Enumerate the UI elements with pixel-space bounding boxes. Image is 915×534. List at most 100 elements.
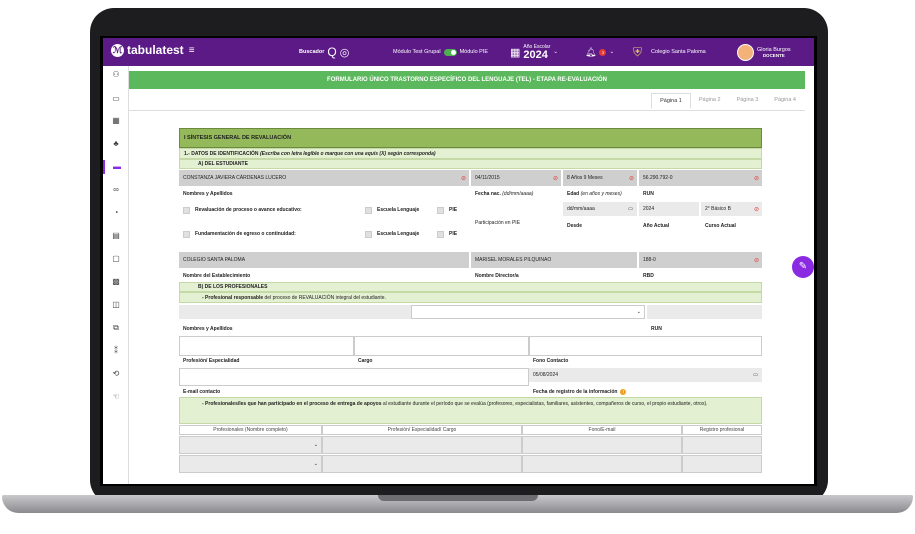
edit-fab-button[interactable]: ✎ [792,256,814,278]
birth-date-input[interactable]: 04/11/2015 ⊘ [471,170,561,186]
clear-icon[interactable]: ⊘ [461,175,466,182]
escuela-checkbox-2[interactable] [365,230,372,238]
responsible-rest: del proceso de REVALUACIÓN integral del … [264,294,386,301]
search-area[interactable]: Buscador Q ◎ [299,38,349,66]
pie-label-2: PIE [449,231,458,237]
calculator-icon[interactable]: ▦ [103,114,129,128]
share-icon[interactable]: ⟲ [103,367,129,381]
mode-group-label: Módulo Test Grupal [393,49,441,55]
prof-run-input[interactable] [647,305,762,319]
school-input[interactable]: COLEGIO SANTA PALOMA [179,252,469,268]
table-row-registro-input[interactable] [682,455,762,473]
current-course-input[interactable]: 2° Básico B ⊘ [701,202,762,216]
menu-icon[interactable]: ≡ [189,45,195,56]
logo[interactable]: ℳ tabulatest ≡ [111,43,195,57]
target-icon[interactable]: ◎ [340,46,350,59]
table-header-name: Profesionales (Nombre completo) [179,425,322,435]
mode-toggle[interactable]: Módulo Test Grupal Módulo PIE [393,38,488,66]
label-school: Nombre del Establecimiento [183,272,251,279]
run-input[interactable]: 56.290.792-0 ⊘ [639,170,762,186]
chevron-down-icon: ⌄ [636,309,641,315]
student-header: A) DEL ESTUDIANTE [179,159,762,169]
year-value: 2024 [523,48,548,61]
age-input[interactable]: 8 Años 9 Meses ⊘ [563,170,637,186]
info-icon[interactable]: ! [620,389,627,395]
escuela-checkbox-1[interactable] [365,206,372,214]
pie-checkbox-1[interactable] [437,206,444,214]
calendar-icon[interactable]: ▭ [628,206,633,212]
school-selector[interactable]: ⛨ Colegio Santa Paloma [633,38,706,66]
table-row-fono-input[interactable] [522,455,682,473]
prof-cargo-input[interactable] [354,336,529,356]
tab-page-4[interactable]: Página 4 [766,93,804,109]
bell-icon[interactable]: 🔔︎ [585,47,596,58]
prof-especialidad-input[interactable] [179,336,354,356]
hand-icon[interactable]: ☜ [103,390,129,404]
table-header-fono: Fono/E-mail [522,425,682,435]
reg-date-input[interactable]: 05/08/2024 ▭ [529,368,762,382]
notification-badge: 3 [599,48,607,56]
clear-icon[interactable]: ⊘ [754,257,759,264]
rbd-input[interactable]: 188-0 ⊘ [639,252,762,268]
table-row-name-select[interactable]: ⌄ [179,455,322,473]
clear-icon[interactable]: ⊘ [629,175,634,182]
clear-icon[interactable]: ⊘ [754,206,759,213]
search-icon[interactable]: Q [327,45,336,59]
table-row-registro-input[interactable] [682,436,762,454]
table-row-esp-input[interactable] [322,455,522,473]
sidebar: ⚇ ▭ ▦ ♣ ▬ ∞ ◔ ▤ ▢ ▩ ◫ ⧉ ⁑ ⟲ ☜ [103,66,129,484]
clear-icon[interactable]: ⊘ [553,175,558,182]
year-selector[interactable]: ▦ Año Escolar 2024 ⌄ [510,38,558,66]
hierarchy-icon[interactable]: ⁑ [103,344,129,358]
id-card-icon[interactable]: ▭ [103,92,129,106]
table-row-fono-input[interactable] [522,436,682,454]
age: 8 Años 9 Meses [567,175,603,181]
users-group-icon[interactable]: ♣ [103,137,129,151]
school-name: Colegio Santa Paloma [651,49,706,55]
notifications[interactable]: 🔔︎ 3 ⌄ [585,38,614,66]
run: 56.290.792-0 [643,175,673,181]
chk1-label: Revaluación de proceso o avance educativ… [195,207,302,213]
users-icon[interactable]: ⚇ [103,68,129,82]
since-date-input[interactable]: dd/mm/aaaa ▭ [563,202,637,216]
professionals-header: B) DE LOS PROFESIONALES [179,282,762,292]
since-placeholder: dd/mm/aaaa [567,206,595,212]
pie-checkbox-2[interactable] [437,230,444,238]
participation-label: Participación en PIE [475,220,521,226]
link-icon[interactable]: ∞ [103,183,129,197]
clipboard-icon[interactable]: ▢ [103,252,129,266]
director-input[interactable]: MARISEL MORALES PILQUINAO [471,252,637,268]
label-reg-date-text: Fecha de registro de la información [533,389,618,395]
folder-icon[interactable]: ▬ [103,160,129,174]
brain-icon[interactable]: ◔ [103,206,129,220]
prof-select[interactable]: ⌄ [411,305,645,319]
current-year-input[interactable]: 2024 [639,202,699,216]
email-input[interactable] [179,368,529,386]
pie-label-1: PIE [449,207,458,213]
page-tabs: Página 1 Página 2 Página 3 Página 4 [651,93,804,109]
copy-icon[interactable]: ⧉ [103,321,129,335]
grid-icon[interactable]: ▩ [103,275,129,289]
label-fono: Fono Contacto [533,358,569,364]
current-course: 2° Básico B [705,206,731,212]
revaluation-checkbox[interactable] [183,206,190,214]
form: I SÍNTESIS GENERAL DE REVALUACIÓN 1.- DA… [179,128,762,484]
prof-name-input[interactable] [179,305,411,319]
clear-icon[interactable]: ⊘ [754,175,759,182]
label-email: E-mail contacto [183,389,221,395]
table-row-name-select[interactable]: ⌄ [179,436,322,454]
prof-fono-input[interactable] [529,336,762,356]
tab-page-2[interactable]: Página 2 [691,93,729,109]
book-icon[interactable]: ◫ [103,298,129,312]
document-icon[interactable]: ▤ [103,229,129,243]
egreso-checkbox[interactable] [183,230,190,238]
calendar-icon[interactable]: ▭ [753,372,758,378]
table-row-esp-input[interactable] [322,436,522,454]
student-name-input[interactable]: CONSTANZA JAVIERA CÁRDENAS LUCERO ⊘ [179,170,469,186]
mode-switch[interactable] [443,48,457,56]
tab-page-3[interactable]: Página 3 [729,93,767,109]
participants-rest: al estudiante durante el período que se … [382,401,708,407]
avatar[interactable] [737,43,754,61]
tab-page-1[interactable]: Página 1 [651,93,691,109]
user-menu[interactable]: Gloria Burgos DOCENTE [737,38,791,66]
